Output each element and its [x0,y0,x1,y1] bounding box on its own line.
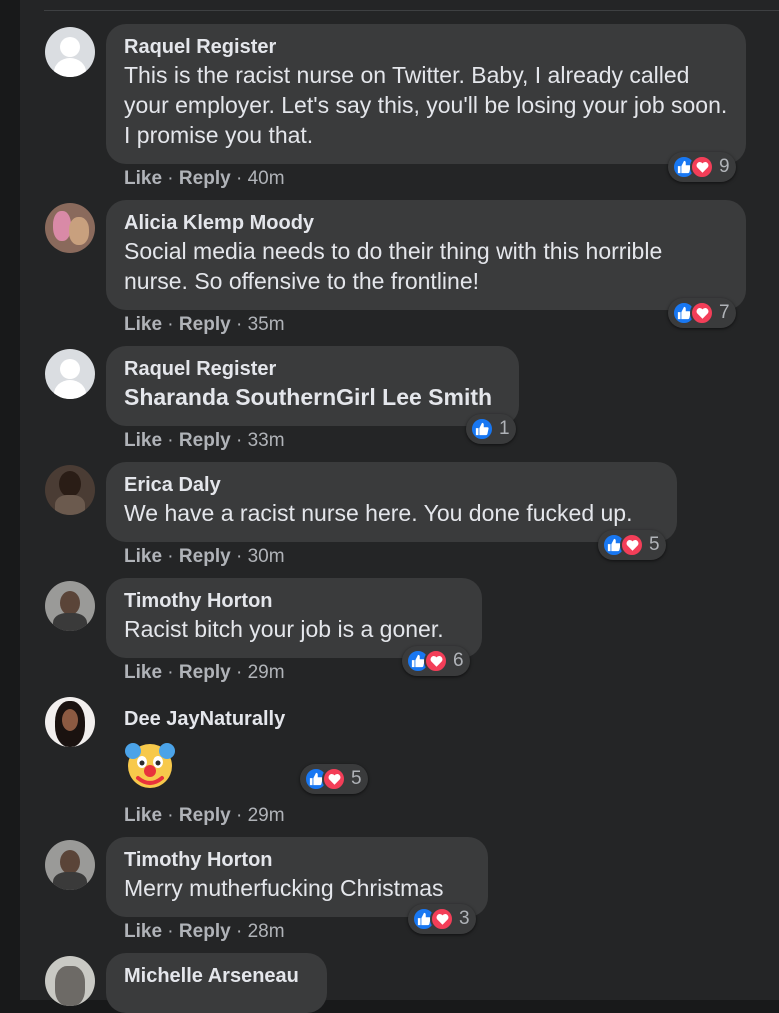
reactions-badge[interactable]: 9 [668,152,736,182]
comment-actions: Like · Reply · 30m [124,546,285,567]
reply-link[interactable]: Reply [179,662,231,683]
timestamp[interactable]: 40m [248,168,285,189]
comment-text: Social media needs to do their thing wit… [124,238,663,294]
reactions-badge[interactable]: 7 [668,298,736,328]
comment-actions: Like · Reply · 33m [124,430,285,451]
timestamp[interactable]: 33m [248,430,285,451]
reaction-count: 5 [649,534,660,555]
comment-bubble: Raquel Register Sharanda SouthernGirl Le… [106,346,519,426]
avatar[interactable] [45,840,95,890]
heart-icon [430,907,454,931]
reply-link[interactable]: Reply [179,430,231,451]
timestamp[interactable]: 28m [248,921,285,942]
timestamp[interactable]: 30m [248,546,285,567]
timestamp[interactable]: 35m [248,314,285,335]
avatar[interactable] [45,349,95,399]
comment-text: This is the racist nurse on Twitter. Bab… [124,62,728,148]
like-link[interactable]: Like [124,314,162,335]
comment-author[interactable]: Dee JayNaturally [124,706,285,732]
reaction-count: 3 [459,908,470,929]
heart-icon [424,649,448,673]
reaction-count: 9 [719,156,730,177]
avatar[interactable] [45,465,95,515]
comment-actions: Like · Reply · 29m [124,805,285,826]
heart-icon [690,155,714,179]
mention-link[interactable]: Sharanda SouthernGirl Lee Smith [124,382,501,412]
reaction-count: 6 [453,650,464,671]
reply-link[interactable]: Reply [179,921,231,942]
heart-icon [690,301,714,325]
comment-author[interactable]: Raquel Register [124,356,501,382]
comment-bubble: Michelle Arseneau [106,953,327,1013]
reactions-badge[interactable]: 6 [402,646,470,676]
reaction-count: 1 [499,418,510,439]
comment-author[interactable]: Erica Daly [124,472,659,498]
comment-bubble: Erica Daly We have a racist nurse here. … [106,462,677,542]
comment-author[interactable]: Raquel Register [124,34,728,60]
reaction-count: 7 [719,302,730,323]
like-link[interactable]: Like [124,168,162,189]
reactions-badge[interactable]: 3 [408,904,476,934]
comment-actions: Like · Reply · 40m [124,168,285,189]
reaction-count: 5 [351,768,362,789]
avatar[interactable] [45,203,95,253]
reactions-badge[interactable]: 1 [466,414,516,444]
avatar[interactable] [45,27,95,77]
like-link[interactable]: Like [124,805,162,826]
comment-bubble: Raquel Register This is the racist nurse… [106,24,746,164]
clown-face-icon [124,738,176,790]
comment-author[interactable]: Timothy Horton [124,847,470,873]
comment-text: Merry mutherfucking Christmas [124,875,444,901]
avatar[interactable] [45,956,95,1006]
heart-icon [322,767,346,791]
comment-author[interactable]: Timothy Horton [124,588,464,614]
comment-actions: Like · Reply · 29m [124,662,285,683]
like-link[interactable]: Like [124,921,162,942]
reply-link[interactable]: Reply [179,168,231,189]
reactions-badge[interactable]: 5 [300,764,368,794]
reply-link[interactable]: Reply [179,805,231,826]
comment-author[interactable]: Alicia Klemp Moody [124,210,728,236]
like-link[interactable]: Like [124,662,162,683]
avatar[interactable] [45,581,95,631]
comment-text: We have a racist nurse here. You done fu… [124,500,633,526]
avatar[interactable] [45,697,95,747]
heart-icon [620,533,644,557]
reply-link[interactable]: Reply [179,546,231,567]
comment-bubble: Alicia Klemp Moody Social media needs to… [106,200,746,310]
comment-author[interactable]: Michelle Arseneau [124,963,309,989]
thumbs-up-icon [470,417,494,441]
comment-actions: Like · Reply · 35m [124,314,285,335]
timestamp[interactable]: 29m [248,805,285,826]
like-link[interactable]: Like [124,546,162,567]
reactions-badge[interactable]: 5 [598,530,666,560]
timestamp[interactable]: 29m [248,662,285,683]
reply-link[interactable]: Reply [179,314,231,335]
comment-actions: Like · Reply · 28m [124,921,285,942]
divider [44,10,779,11]
like-link[interactable]: Like [124,430,162,451]
comment-text: Racist bitch your job is a goner. [124,616,444,642]
